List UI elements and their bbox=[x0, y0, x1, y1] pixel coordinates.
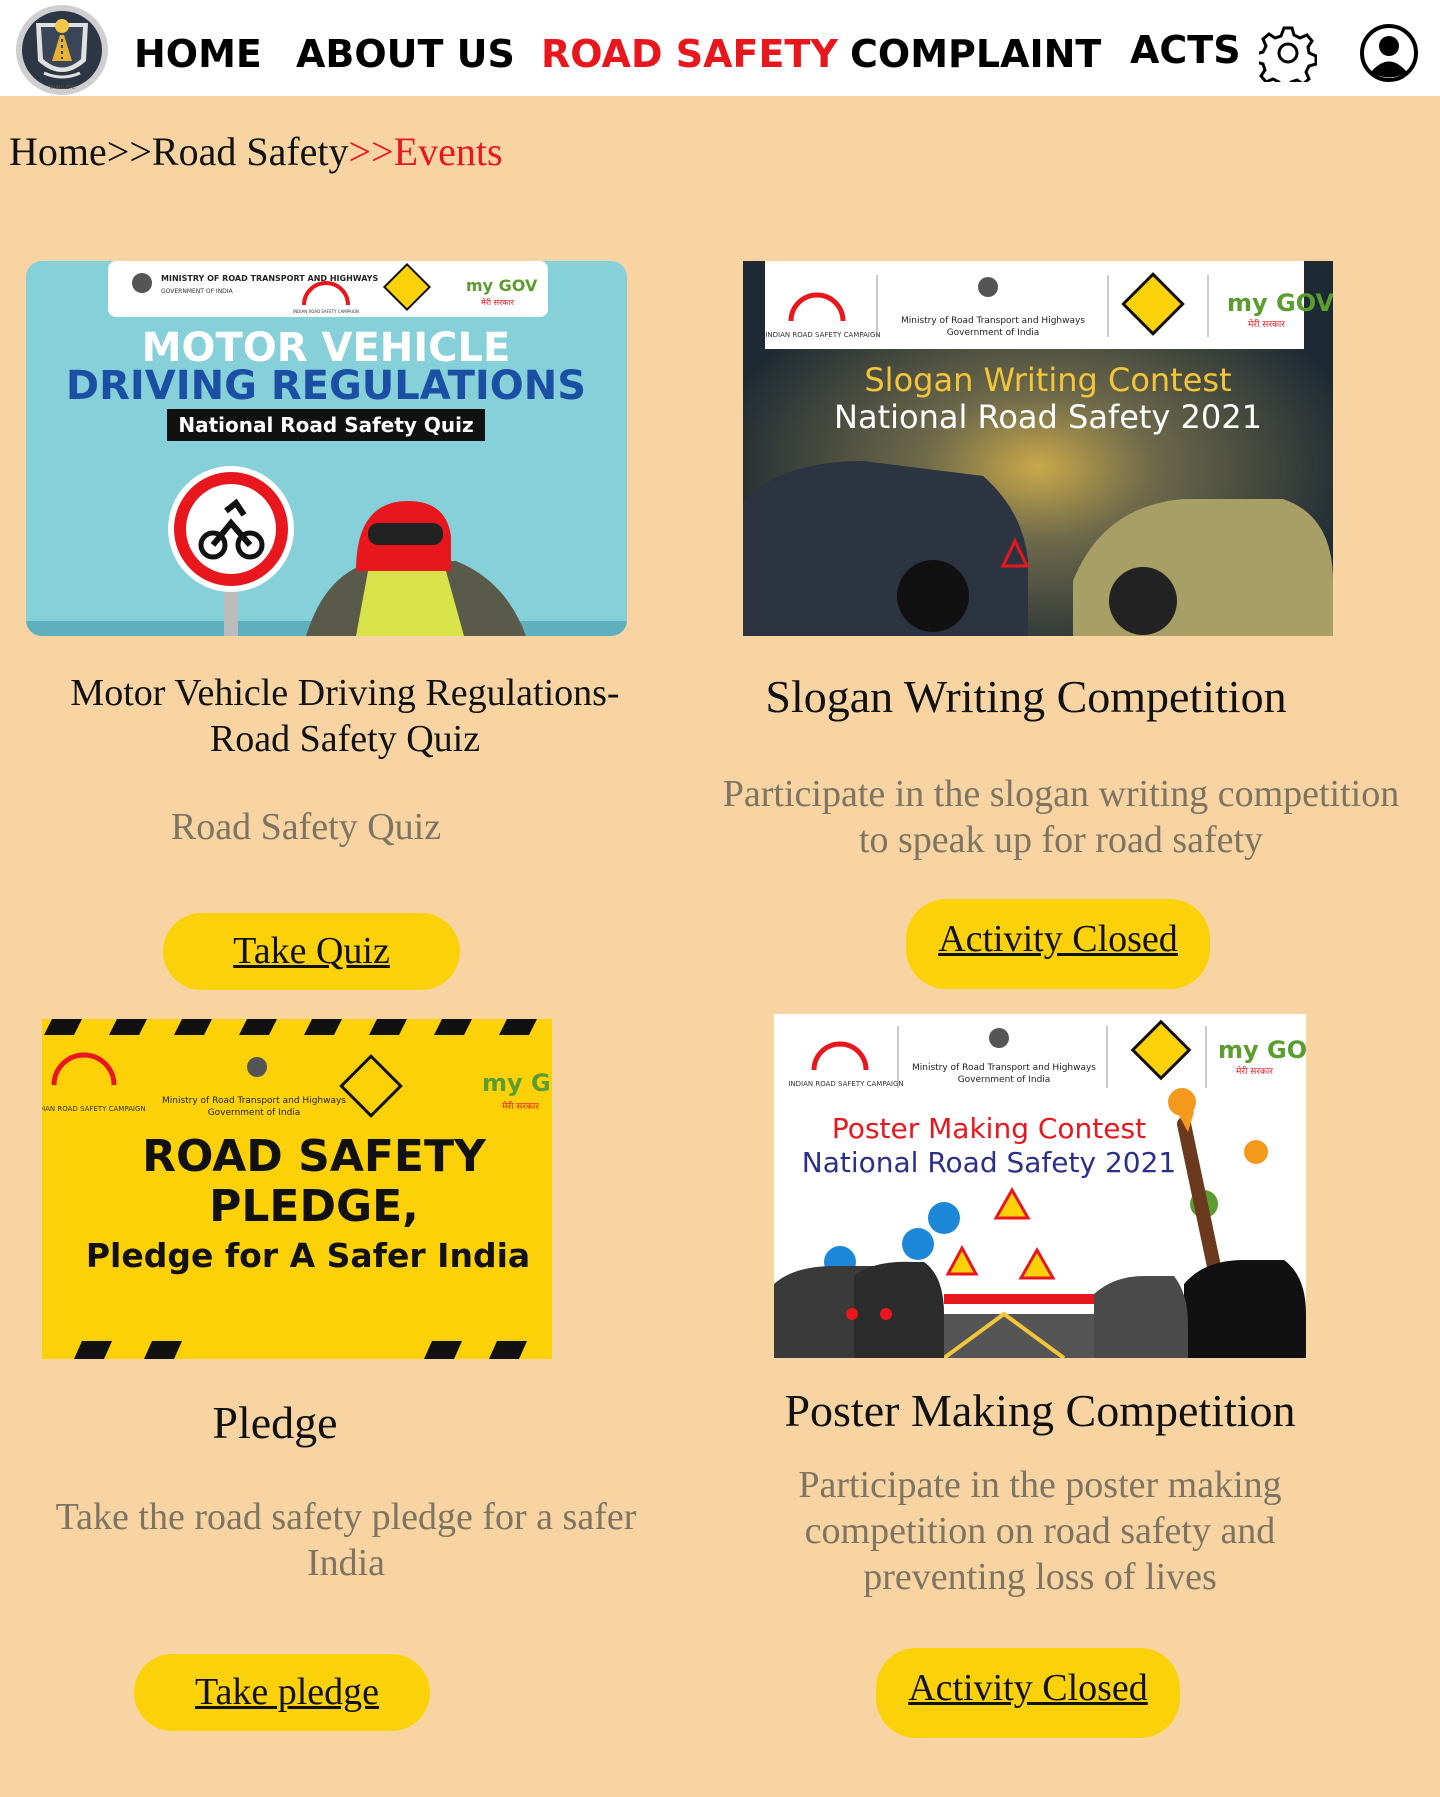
svg-text:MINISTRY OF ROAD TRANSPORT AND: MINISTRY OF ROAD TRANSPORT AND HIGHWAYS bbox=[161, 274, 378, 283]
svg-text:INDIAN ROAD SAFETY CAMPAIGN: INDIAN ROAD SAFETY CAMPAIGN bbox=[788, 1080, 903, 1088]
pledge-title: Pledge bbox=[212, 1397, 338, 1448]
svg-text:मेरी सरकार: मेरी सरकार bbox=[1236, 1065, 1273, 1077]
top-navbar: THIRD EYE HOME ABOUT US ROAD SAFETY COMP… bbox=[0, 0, 1440, 96]
pledge-banner-image[interactable]: INDIAN ROAD SAFETY CAMPAIGN Ministry of … bbox=[42, 1019, 552, 1359]
svg-text:National Road Safety 2021: National Road Safety 2021 bbox=[834, 398, 1262, 436]
svg-text:INDIAN ROAD SAFETY CAMPAIGN: INDIAN ROAD SAFETY CAMPAIGN bbox=[293, 309, 359, 314]
breadcrumb-road-safety[interactable]: Road Safety bbox=[152, 129, 349, 174]
breadcrumb-current: Events bbox=[393, 129, 503, 174]
svg-text:मेरी सरकार: मेरी सरकार bbox=[481, 297, 515, 307]
take-pledge-button[interactable]: Take pledge bbox=[134, 1654, 430, 1731]
svg-text:National Road Safety 2021: National Road Safety 2021 bbox=[802, 1146, 1176, 1179]
poster-activity-closed-button[interactable]: Activity Closed bbox=[876, 1648, 1180, 1738]
take-quiz-button[interactable]: Take Quiz bbox=[163, 913, 460, 990]
nav-complaint[interactable]: COMPLAINT bbox=[850, 30, 1101, 78]
site-logo[interactable]: THIRD EYE bbox=[14, 3, 110, 96]
svg-text:INDIAN ROAD SAFETY CAMPAIGN: INDIAN ROAD SAFETY CAMPAIGN bbox=[765, 331, 880, 339]
svg-text:my GOV: my GOV bbox=[482, 1069, 552, 1097]
slogan-title: Slogan Writing Competition bbox=[765, 671, 1287, 722]
svg-text:Government of India: Government of India bbox=[958, 1075, 1051, 1085]
svg-text:National Road Safety Quiz: National Road Safety Quiz bbox=[178, 413, 473, 437]
svg-text:ROAD SAFETY: ROAD SAFETY bbox=[142, 1131, 487, 1182]
svg-text:INDIAN ROAD SAFETY CAMPAIGN: INDIAN ROAD SAFETY CAMPAIGN bbox=[42, 1105, 146, 1113]
breadcrumb-home[interactable]: Home bbox=[9, 129, 107, 174]
svg-text:Ministry of Road Transport and: Ministry of Road Transport and Highways bbox=[901, 316, 1085, 326]
svg-text:Ministry of Road Transport and: Ministry of Road Transport and Highways bbox=[162, 1096, 346, 1106]
nav-home[interactable]: HOME bbox=[134, 30, 262, 78]
svg-text:मेरी सरकार: मेरी सरकार bbox=[1248, 318, 1285, 330]
svg-text:THIRD EYE: THIRD EYE bbox=[48, 85, 76, 91]
svg-text:Government of India: Government of India bbox=[947, 328, 1040, 338]
slogan-banner-image[interactable]: INDIAN ROAD SAFETY CAMPAIGN Ministry of … bbox=[743, 261, 1333, 636]
svg-text:Ministry of Road Transport and: Ministry of Road Transport and Highways bbox=[912, 1063, 1096, 1073]
svg-text:my GOV: my GOV bbox=[1227, 289, 1333, 317]
quiz-title: Motor Vehicle Driving Regulations- Road … bbox=[70, 672, 620, 760]
user-icon[interactable] bbox=[1359, 23, 1419, 83]
quiz-description: Road Safety Quiz bbox=[170, 806, 442, 848]
svg-text:my GOV: my GOV bbox=[466, 276, 538, 295]
slogan-description: Participate in the slogan writing compet… bbox=[722, 773, 1400, 861]
svg-text:Slogan Writing Contest: Slogan Writing Contest bbox=[864, 361, 1231, 399]
breadcrumb: Home>>Road Safety>>Events bbox=[9, 127, 503, 177]
nav-acts[interactable]: ACTS bbox=[1130, 26, 1248, 74]
svg-text:Pledge for A Safer India: Pledge for A Safer India bbox=[86, 1236, 530, 1275]
svg-text:Poster Making Contest: Poster Making Contest bbox=[832, 1112, 1146, 1145]
svg-text:my GOV: my GOV bbox=[1218, 1036, 1306, 1064]
pledge-description: Take the road safety pledge for a safer … bbox=[55, 1496, 637, 1584]
svg-text:PLEDGE,: PLEDGE, bbox=[209, 1181, 419, 1232]
gear-icon[interactable] bbox=[1254, 24, 1318, 91]
poster-banner-image[interactable]: INDIAN ROAD SAFETY CAMPAIGN Ministry of … bbox=[774, 1014, 1306, 1358]
svg-text:Government of India: Government of India bbox=[208, 1108, 301, 1118]
breadcrumb-separator: >> bbox=[106, 129, 152, 174]
poster-title: Poster Making Competition bbox=[784, 1385, 1296, 1436]
nav-road-safety[interactable]: ROAD SAFETY bbox=[541, 30, 838, 78]
breadcrumb-separator: >> bbox=[348, 129, 394, 174]
svg-text:DRIVING REGULATIONS: DRIVING REGULATIONS bbox=[66, 363, 586, 409]
slogan-activity-closed-button[interactable]: Activity Closed bbox=[906, 899, 1210, 989]
poster-description: Participate in the poster making competi… bbox=[798, 1464, 1282, 1598]
svg-text:GOVERNMENT OF INDIA: GOVERNMENT OF INDIA bbox=[161, 288, 234, 295]
svg-text:मेरी सरकार: मेरी सरकार bbox=[502, 1100, 539, 1112]
quiz-banner-image[interactable]: MINISTRY OF ROAD TRANSPORT AND HIGHWAYS … bbox=[26, 261, 627, 636]
nav-about-us[interactable]: ABOUT US bbox=[296, 30, 515, 78]
